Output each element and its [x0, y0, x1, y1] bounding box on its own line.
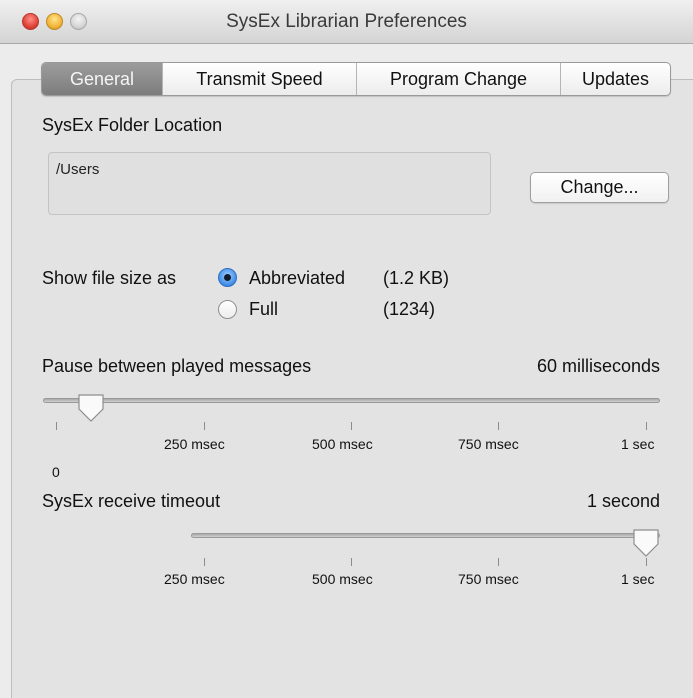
preferences-window: SysEx Librarian Preferences General Tran…	[0, 0, 693, 698]
pause-slider-thumb[interactable]	[77, 393, 105, 423]
timeout-tick-250	[204, 558, 205, 566]
timeout-slider-label: SysEx receive timeout	[42, 491, 221, 511]
timeout-tick-1000	[646, 558, 647, 566]
abbreviated-radio-label[interactable]: Abbreviated	[249, 268, 345, 289]
pause-tick-1000	[646, 422, 647, 430]
timeout-tick-500	[351, 558, 352, 566]
pause-tick-500	[351, 422, 352, 430]
tab-program-change[interactable]: Program Change	[356, 63, 560, 95]
folder-location-label: SysEx Folder Location	[42, 115, 223, 135]
pause-tick-0	[56, 422, 57, 430]
timeout-tick-label-500: 500 msec	[312, 571, 373, 587]
pause-min-label: 0	[52, 464, 60, 480]
tab-updates[interactable]: Updates	[560, 63, 670, 95]
folder-path-text: /Users	[56, 161, 100, 178]
full-example: (1234)	[383, 299, 436, 319]
timeout-slider-value: 1 second	[586, 491, 660, 511]
pause-tick-label-750: 750 msec	[458, 436, 519, 452]
pause-slider-label: Pause between played messages	[42, 356, 312, 376]
file-size-label: Show file size as	[42, 268, 177, 288]
timeout-tick-label-750: 750 msec	[458, 571, 519, 587]
tab-transmit-speed[interactable]: Transmit Speed	[162, 63, 356, 95]
abbreviated-radio[interactable]	[218, 268, 237, 287]
preferences-tab-bar: General Transmit Speed Program Change Up…	[41, 62, 671, 96]
abbreviated-example: (1.2 KB)	[383, 268, 450, 288]
timeout-tick-label-250: 250 msec	[164, 571, 225, 587]
pause-tick-label-250: 250 msec	[164, 436, 225, 452]
change-folder-button[interactable]: Change...	[530, 172, 669, 203]
full-radio-label[interactable]: Full	[249, 299, 278, 320]
timeout-slider-track[interactable]	[191, 533, 660, 538]
pause-tick-250	[204, 422, 205, 430]
timeout-tick-750	[498, 558, 499, 566]
title-bar[interactable]: SysEx Librarian Preferences	[0, 0, 693, 44]
timeout-slider-thumb[interactable]	[632, 528, 660, 558]
folder-path-field: /Users	[48, 152, 491, 215]
window-title: SysEx Librarian Preferences	[226, 11, 467, 32]
timeout-tick-label-1000: 1 sec	[621, 571, 655, 587]
pause-tick-label-1000: 1 sec	[621, 436, 655, 452]
pause-tick-750	[498, 422, 499, 430]
pause-tick-label-500: 500 msec	[312, 436, 373, 452]
full-radio[interactable]	[218, 300, 237, 319]
pause-slider-track[interactable]	[43, 398, 660, 403]
tab-general[interactable]: General	[42, 63, 162, 95]
pause-slider-value: 60 milliseconds	[536, 356, 660, 376]
